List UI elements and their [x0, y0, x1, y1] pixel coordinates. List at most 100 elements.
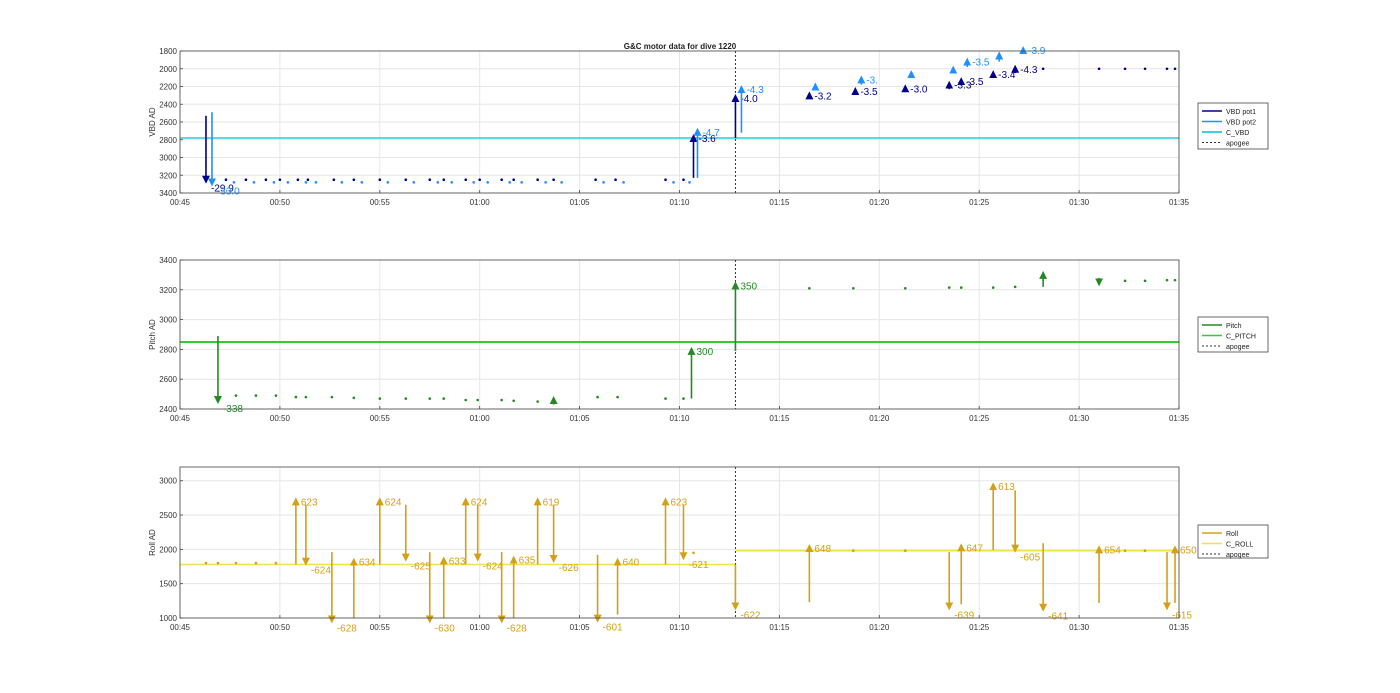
data-point	[464, 398, 468, 402]
y-tick-label: 3200	[159, 286, 177, 295]
data-point	[602, 181, 605, 184]
data-point	[330, 395, 334, 399]
data-point	[352, 178, 356, 181]
panel-3: 623 -624 -628 634 624 -625 -630 633 624 -624 -628 6…	[148, 466, 1269, 634]
data-point	[428, 178, 432, 181]
x-tick-label: 01:10	[669, 198, 690, 207]
data-point	[378, 397, 382, 400]
data-label: -601	[603, 623, 623, 634]
data-label: 300	[696, 347, 713, 358]
data-point	[614, 178, 617, 181]
data-point	[622, 181, 625, 184]
legend-entry: Roll	[1226, 531, 1239, 538]
y-axis-label: VBD AD	[148, 107, 157, 137]
y-tick-label: 2400	[159, 100, 177, 109]
x-tick-label: 00:55	[370, 414, 391, 423]
legend: Roll C_ROLLapogee	[1197, 524, 1269, 559]
legend-entry: apogee	[1226, 344, 1249, 351]
data-label: -3.5	[972, 58, 990, 69]
data-point	[296, 178, 300, 181]
data-label: -4.3	[746, 85, 764, 96]
x-tick-label: 01:25	[969, 414, 990, 423]
data-point	[278, 178, 282, 181]
figure-title: G&C motor data for dive 1220	[624, 42, 737, 51]
data-point	[204, 561, 208, 565]
data-label: 640	[623, 558, 640, 569]
x-tick-label: 01:35	[1169, 198, 1190, 207]
data-label: 619	[543, 497, 560, 508]
data-label: -641	[1048, 612, 1068, 623]
y-tick-label: 3000	[159, 477, 177, 486]
data-point	[264, 178, 268, 181]
data-label: 647	[966, 543, 983, 554]
data-point	[252, 181, 256, 184]
y-tick-label: 2600	[159, 375, 177, 384]
data-point	[500, 178, 503, 181]
data-point	[664, 397, 667, 400]
data-point	[1143, 67, 1147, 71]
data-point	[274, 561, 278, 565]
legend-entry: C_PITCH	[1226, 334, 1256, 341]
data-point	[286, 181, 290, 184]
data-point	[1123, 67, 1127, 71]
data-point	[536, 178, 539, 181]
data-label: 623	[301, 497, 318, 508]
data-point	[1013, 285, 1017, 289]
legend-entry: VBD pot2	[1226, 120, 1256, 127]
y-tick-label: 2000	[159, 65, 177, 74]
data-point	[1143, 549, 1147, 553]
data-point	[244, 178, 248, 181]
x-tick-label: 00:55	[370, 198, 391, 207]
data-label: -628	[507, 623, 527, 634]
data-point	[486, 181, 489, 184]
data-point	[304, 395, 308, 399]
data-label: -624	[483, 562, 503, 573]
y-tick-label: 2800	[159, 345, 177, 354]
data-point	[332, 178, 336, 181]
data-label: 634	[359, 558, 376, 569]
data-point	[472, 181, 476, 184]
data-point	[428, 397, 432, 400]
data-label: -615	[1172, 610, 1192, 621]
x-tick-label: 00:45	[170, 198, 191, 207]
y-tick-label: 2600	[159, 118, 177, 127]
legend: Pitch C_PITCHapogee	[1197, 316, 1269, 353]
data-point	[340, 181, 344, 184]
x-tick-label: 01:25	[969, 198, 990, 207]
data-point	[664, 178, 667, 181]
data-point	[378, 178, 382, 181]
data-label: -3.0	[910, 84, 928, 95]
data-label: 650	[1180, 545, 1197, 556]
y-axis-label: Roll AD	[148, 529, 157, 556]
data-point	[254, 561, 258, 565]
x-tick-label: 01:35	[1169, 414, 1190, 423]
data-label: 350	[740, 281, 757, 292]
legend-entry: VBD pot1	[1226, 109, 1256, 116]
data-point	[682, 397, 685, 400]
data-label: -628	[337, 623, 357, 634]
x-tick-label: 01:05	[570, 198, 591, 207]
data-point	[512, 399, 515, 403]
data-point	[692, 551, 695, 555]
data-label: -625	[411, 562, 431, 573]
data-label: 635	[519, 556, 536, 567]
data-point	[903, 287, 907, 290]
data-point	[512, 178, 515, 181]
data-label: -3.5	[966, 77, 984, 88]
data-point	[360, 181, 364, 184]
data-point	[404, 397, 408, 400]
data-point	[476, 398, 480, 402]
data-point	[224, 178, 228, 181]
x-tick-label: 01:00	[470, 198, 491, 207]
y-tick-label: 2500	[159, 511, 177, 520]
data-label: 624	[471, 497, 488, 508]
y-tick-label: 3000	[159, 154, 177, 163]
x-tick-label: 01:30	[1069, 414, 1090, 423]
data-label: -3.	[866, 75, 878, 86]
data-point	[442, 397, 446, 400]
x-tick-label: 01:20	[869, 623, 890, 632]
data-point	[304, 181, 308, 184]
y-tick-label: 2000	[159, 545, 177, 554]
data-point	[947, 286, 951, 289]
legend-entry: C_VBD	[1226, 130, 1249, 137]
